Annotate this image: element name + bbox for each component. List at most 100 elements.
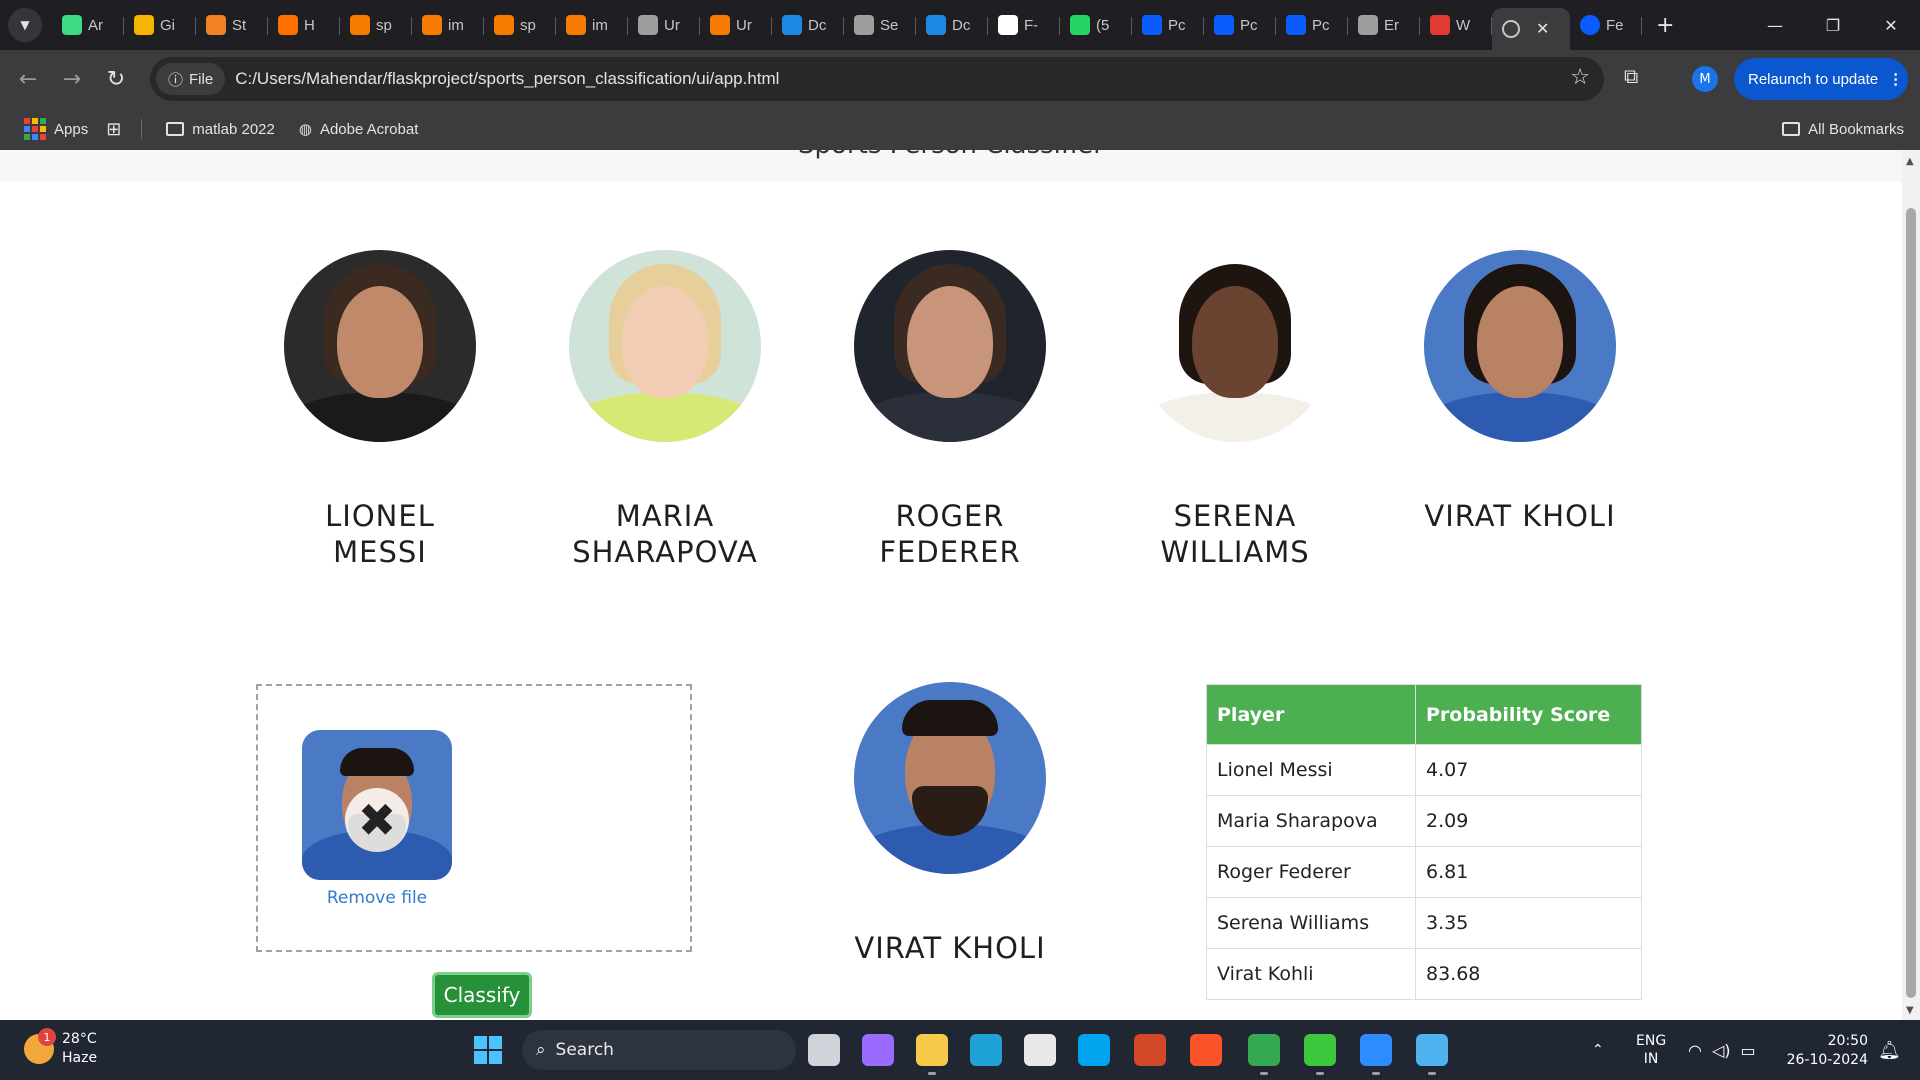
bookmark-matlab[interactable]: matlab 2022 bbox=[166, 121, 275, 138]
minimize-button[interactable]: — bbox=[1746, 0, 1804, 50]
tab[interactable]: W bbox=[1420, 7, 1492, 43]
scroll-up-icon[interactable]: ▲ bbox=[1906, 156, 1914, 167]
tab[interactable]: F- bbox=[988, 7, 1060, 43]
tab[interactable]: sp bbox=[340, 7, 412, 43]
tab[interactable]: Dc bbox=[916, 7, 988, 43]
running-indicator bbox=[1372, 1072, 1380, 1075]
arrow-right-icon: → bbox=[62, 66, 82, 92]
cell-player: Lionel Messi bbox=[1206, 744, 1416, 796]
player-card: LIONEL MESSI bbox=[250, 250, 510, 570]
all-bookmarks-button[interactable]: All Bookmarks bbox=[1782, 121, 1904, 138]
folder-icon bbox=[1782, 122, 1801, 136]
result-card: VIRAT KHOLI bbox=[820, 682, 1080, 966]
tab[interactable]: im bbox=[556, 7, 628, 43]
bookmark-apps[interactable]: Apps bbox=[24, 118, 88, 140]
tab[interactable]: Ar bbox=[52, 7, 124, 43]
tab-favicon-icon bbox=[854, 15, 874, 35]
notepad-icon[interactable] bbox=[1416, 1034, 1448, 1066]
powerpoint-icon[interactable] bbox=[1134, 1034, 1166, 1066]
tab-search-button[interactable]: ▼ bbox=[8, 8, 42, 42]
bookmark-star-icon[interactable]: ☆ bbox=[1570, 65, 1590, 90]
tab-favicon-icon bbox=[1070, 15, 1090, 35]
chrome-icon[interactable] bbox=[1248, 1034, 1280, 1066]
tab[interactable]: Pc bbox=[1276, 7, 1348, 43]
back-button[interactable]: ← bbox=[6, 57, 50, 101]
tab[interactable]: Ur bbox=[700, 7, 772, 43]
start-button[interactable] bbox=[474, 1036, 502, 1064]
tab-favicon-icon bbox=[422, 15, 442, 35]
profile-avatar[interactable]: M bbox=[1692, 66, 1718, 92]
tab[interactable]: Pc bbox=[1204, 7, 1276, 43]
tab[interactable]: Ur bbox=[628, 7, 700, 43]
spinner-icon[interactable] bbox=[1304, 1034, 1336, 1066]
tab[interactable]: sp bbox=[484, 7, 556, 43]
result-name: VIRAT KHOLI bbox=[854, 931, 1046, 965]
upload-dropzone[interactable]: ✖ Remove file bbox=[256, 684, 692, 952]
copilot-icon[interactable] bbox=[862, 1034, 894, 1066]
cell-player: Maria Sharapova bbox=[1206, 795, 1416, 847]
tab[interactable]: St bbox=[196, 7, 268, 43]
file-explorer-icon[interactable] bbox=[916, 1034, 948, 1066]
weather-widget[interactable]: 1 28°C Haze bbox=[24, 1028, 97, 1068]
close-icon[interactable]: ✕ bbox=[1536, 19, 1549, 39]
forward-button[interactable]: → bbox=[50, 57, 94, 101]
tab-label: Se bbox=[880, 16, 899, 34]
taskbar-search[interactable]: ⌕ Search bbox=[522, 1030, 796, 1070]
player-name-line2: WILLIAMS bbox=[1160, 535, 1310, 569]
table-row: Virat Kohli 83.68 bbox=[1206, 948, 1642, 1000]
tab[interactable]: Se bbox=[844, 7, 916, 43]
globe-icon: ◍ bbox=[298, 121, 312, 138]
search-placeholder: Search bbox=[555, 1040, 614, 1060]
reload-button[interactable]: ↻ bbox=[94, 57, 138, 101]
new-tab-button[interactable]: + bbox=[1656, 13, 1674, 38]
restore-button[interactable]: ❐ bbox=[1804, 0, 1862, 50]
tray-chevron-icon[interactable]: ⌃ bbox=[1592, 1020, 1604, 1080]
site-info-button[interactable]: ⓘ File bbox=[156, 63, 226, 95]
cortana-icon[interactable] bbox=[1078, 1034, 1110, 1066]
tab-label: H bbox=[304, 16, 315, 34]
tab[interactable]: Er bbox=[1348, 7, 1420, 43]
remove-file-link[interactable]: Remove file bbox=[302, 888, 452, 908]
running-indicator bbox=[1316, 1072, 1324, 1075]
player-card: VIRAT KHOLI bbox=[1390, 250, 1650, 534]
close-window-button[interactable]: ✕ bbox=[1862, 0, 1920, 50]
player-name-line1: LIONEL bbox=[325, 499, 435, 533]
tab[interactable]: Gi bbox=[124, 7, 196, 43]
weather-sun-icon: 1 bbox=[24, 1028, 56, 1064]
scrollbar-thumb[interactable] bbox=[1906, 208, 1916, 998]
tab-active[interactable]: ✕ bbox=[1492, 8, 1570, 50]
zoom-icon[interactable] bbox=[1360, 1034, 1392, 1066]
tab-label: F- bbox=[1024, 16, 1039, 34]
brave-icon[interactable] bbox=[1190, 1034, 1222, 1066]
remove-file-icon[interactable]: ✖ bbox=[345, 788, 409, 852]
url-text[interactable]: C:/Users/Mahendar/flaskproject/sports_pe… bbox=[235, 69, 779, 89]
tab[interactable]: (5 bbox=[1060, 7, 1132, 43]
relaunch-button[interactable]: Relaunch to update ⋮ bbox=[1734, 58, 1908, 100]
edge-icon[interactable] bbox=[970, 1034, 1002, 1066]
system-tray[interactable]: ◠ ◁) ▭ bbox=[1688, 1020, 1756, 1080]
language-indicator[interactable]: ENG IN bbox=[1636, 1020, 1666, 1080]
player-name: LIONEL MESSI bbox=[250, 498, 510, 570]
classify-button[interactable]: Classify bbox=[432, 972, 532, 1018]
tab-last[interactable]: Fe bbox=[1570, 7, 1642, 43]
task-view-icon[interactable] bbox=[808, 1034, 840, 1066]
bookmark-acrobat[interactable]: ◍ Adobe Acrobat bbox=[298, 120, 419, 139]
player-avatar bbox=[854, 250, 1046, 442]
scroll-down-icon[interactable]: ▼ bbox=[1906, 1005, 1914, 1016]
address-bar[interactable]: ⓘ File C:/Users/Mahendar/flaskproject/sp… bbox=[150, 57, 1604, 101]
store-icon[interactable] bbox=[1024, 1034, 1056, 1066]
tab-favicon-icon bbox=[710, 15, 730, 35]
tab[interactable]: Dc bbox=[772, 7, 844, 43]
notification-bell-icon[interactable]: 🔔︎ bbox=[1878, 1020, 1901, 1080]
player-name-line2: SHARAPOVA bbox=[572, 535, 758, 569]
cell-score: 2.09 bbox=[1415, 795, 1642, 847]
bookmark-label: All Bookmarks bbox=[1808, 120, 1904, 138]
extensions-icon[interactable]: ⧉ bbox=[1624, 64, 1638, 88]
clock[interactable]: 20:50 26-10-2024 bbox=[1787, 1032, 1868, 1070]
tab-groups-icon: ⊞ bbox=[106, 118, 122, 139]
tab[interactable]: Pc bbox=[1132, 7, 1204, 43]
tab-groups-button[interactable]: ⊞ bbox=[106, 119, 121, 140]
tab[interactable]: H bbox=[268, 7, 340, 43]
tab[interactable]: im bbox=[412, 7, 484, 43]
page-scrollbar[interactable]: ▲ ▼ bbox=[1902, 150, 1920, 1020]
